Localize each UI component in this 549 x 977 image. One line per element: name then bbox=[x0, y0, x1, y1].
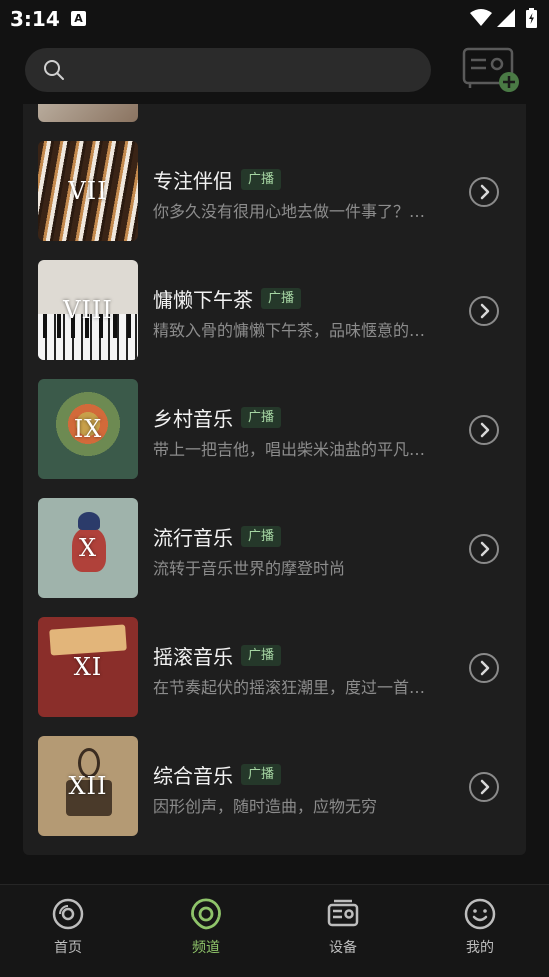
channel-thumb: X bbox=[38, 498, 138, 598]
nav-home[interactable]: 首页 bbox=[28, 897, 108, 957]
wifi-icon bbox=[470, 9, 492, 26]
chevron-right-icon[interactable] bbox=[469, 177, 499, 207]
channel-title: 综合音乐 bbox=[153, 763, 233, 788]
nav-label: 首页 bbox=[54, 940, 82, 956]
chevron-right-icon[interactable] bbox=[469, 296, 499, 326]
channel-desc: 带上一把吉他，唱出柴米油盐的平凡… bbox=[153, 440, 426, 459]
channel-numeral: VIII bbox=[63, 296, 113, 324]
broadcast-badge: 广播 bbox=[241, 406, 282, 428]
nav-label: 频道 bbox=[192, 940, 220, 956]
chevron-right-icon[interactable] bbox=[469, 534, 499, 564]
channel-thumb: XII bbox=[38, 736, 138, 836]
channel-item[interactable]: XI 摇滚音乐 广播 在节奏起伏的摇滚狂潮里，度过一首… bbox=[23, 617, 526, 717]
channel-thumb-partial[interactable] bbox=[38, 104, 138, 122]
nav-mine[interactable]: 我的 bbox=[440, 897, 520, 957]
channel-icon bbox=[191, 898, 221, 930]
channel-item[interactable]: XII 综合音乐 广播 因形创声，随时造曲，应物无穷 bbox=[23, 736, 526, 836]
channel-title: 摇滚音乐 bbox=[153, 644, 233, 669]
bottom-nav: 首页 频道 设备 我的 bbox=[0, 884, 549, 977]
channel-numeral: XI bbox=[73, 653, 103, 681]
nav-label: 我的 bbox=[466, 940, 494, 956]
smiley-icon bbox=[464, 898, 496, 930]
channel-desc: 在节奏起伏的摇滚狂潮里，度过一首… bbox=[153, 678, 426, 697]
channel-numeral: X bbox=[78, 534, 98, 562]
channel-thumb: VIII bbox=[38, 260, 138, 360]
battery-charging-icon bbox=[526, 8, 537, 28]
broadcast-badge: 广播 bbox=[241, 763, 282, 785]
add-device-icon[interactable] bbox=[462, 46, 522, 94]
broadcast-badge: 广播 bbox=[241, 168, 282, 190]
status-bar: 3:14 A bbox=[0, 0, 549, 36]
channel-title: 专注伴侣 bbox=[153, 168, 233, 193]
channel-item[interactable]: IX 乡村音乐 广播 带上一把吉他，唱出柴米油盐的平凡… bbox=[23, 379, 526, 479]
notification-a-icon: A bbox=[71, 11, 86, 26]
broadcast-badge: 广播 bbox=[261, 287, 302, 309]
channel-title: 流行音乐 bbox=[153, 525, 233, 550]
search-input[interactable] bbox=[25, 48, 431, 92]
channel-desc: 你多久没有很用心地去做一件事了？… bbox=[153, 202, 426, 221]
channel-desc: 流转于音乐世界的摩登时尚 bbox=[153, 559, 346, 578]
channel-numeral: VII bbox=[68, 177, 108, 205]
channel-thumb: VII bbox=[38, 141, 138, 241]
channel-list: VII 专注伴侣 广播 你多久没有很用心地去做一件事了？… VIII 慵懒下午茶广… bbox=[23, 104, 526, 855]
channel-thumb: XI bbox=[38, 617, 138, 717]
channel-thumb: IX bbox=[38, 379, 138, 479]
chevron-right-icon[interactable] bbox=[469, 653, 499, 683]
signal-icon bbox=[497, 9, 515, 27]
chevron-right-icon[interactable] bbox=[469, 772, 499, 802]
search-icon bbox=[44, 60, 64, 80]
broadcast-badge: 广播 bbox=[241, 525, 282, 547]
channel-desc: 精致入骨的慵懒下午茶，品味惬意的… bbox=[153, 321, 426, 340]
nav-device[interactable]: 设备 bbox=[303, 897, 383, 957]
broadcast-badge: 广播 bbox=[241, 644, 282, 666]
status-time: 3:14 bbox=[10, 7, 60, 31]
channel-desc: 因形创声，随时造曲，应物无穷 bbox=[153, 797, 378, 816]
radio-device-icon bbox=[327, 899, 359, 927]
channel-item[interactable]: X 流行音乐 广播 流转于音乐世界的摩登时尚 bbox=[23, 498, 526, 598]
nav-label: 设备 bbox=[329, 940, 357, 956]
channel-numeral: XII bbox=[68, 772, 108, 800]
channel-item[interactable]: VII 专注伴侣 广播 你多久没有很用心地去做一件事了？… bbox=[23, 141, 526, 241]
disc-icon bbox=[52, 898, 84, 930]
channel-title: 慵懒下午茶 bbox=[153, 287, 253, 312]
channel-numeral: IX bbox=[73, 415, 103, 443]
channel-title: 乡村音乐 bbox=[153, 406, 233, 431]
channel-item[interactable]: VIII 慵懒下午茶 广播 精致入骨的慵懒下午茶，品味惬意的… bbox=[23, 260, 526, 360]
nav-channel[interactable]: 频道 bbox=[166, 897, 246, 957]
chevron-right-icon[interactable] bbox=[469, 415, 499, 445]
